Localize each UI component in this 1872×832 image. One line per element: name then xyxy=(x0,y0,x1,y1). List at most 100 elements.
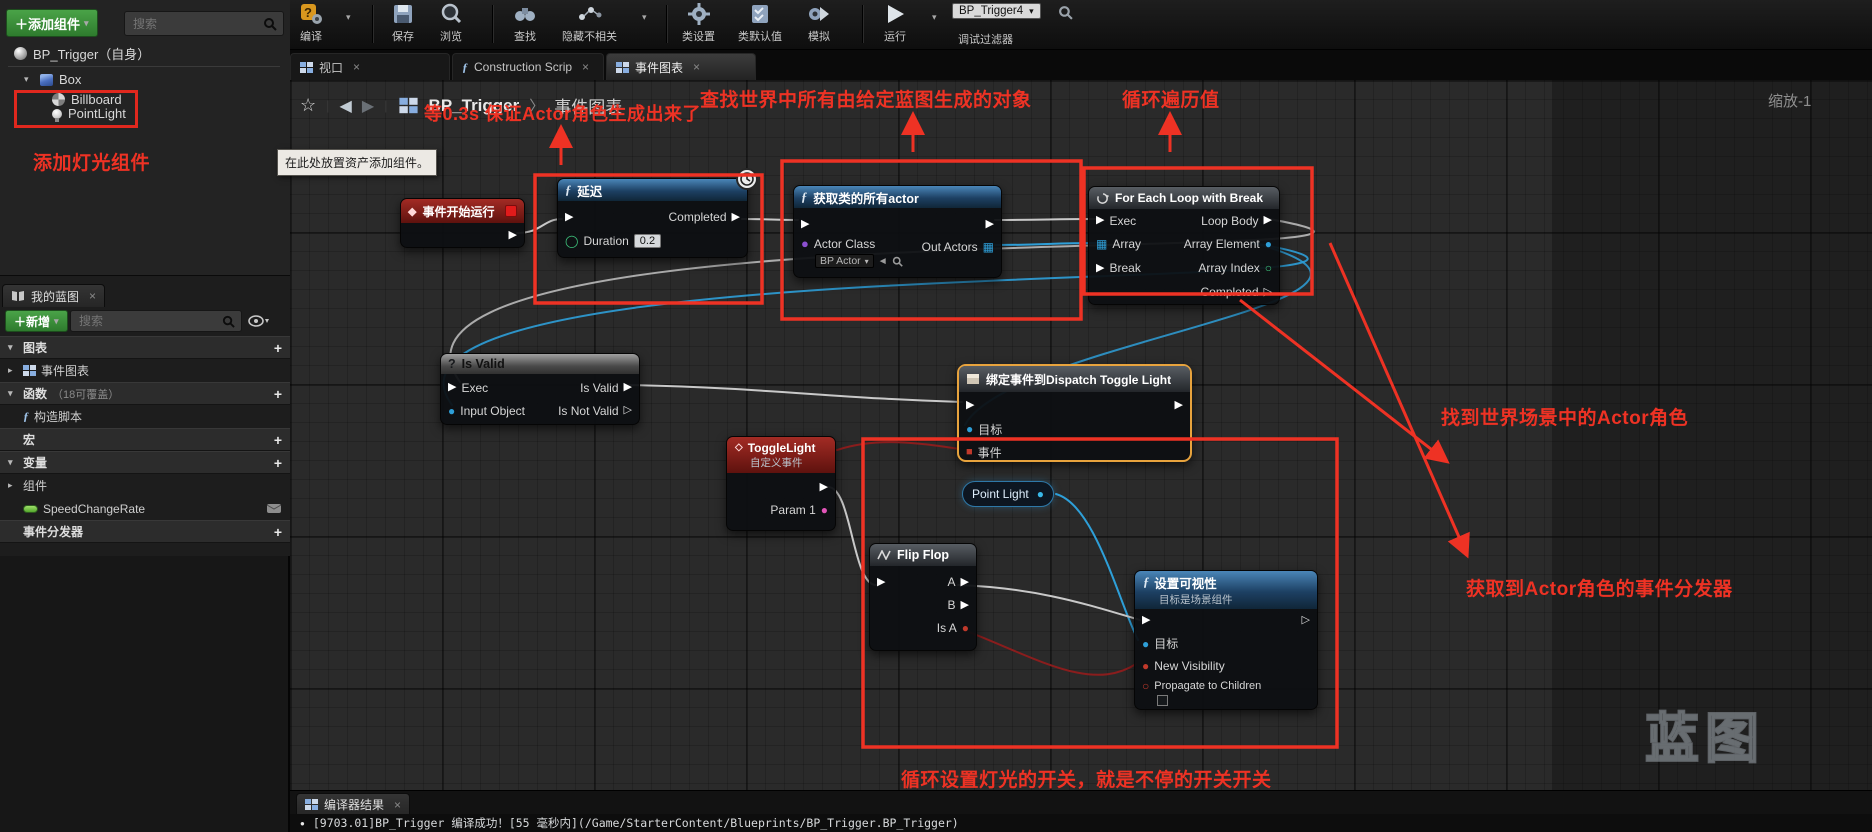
exec-out-pin[interactable]: ▷ xyxy=(1264,287,1272,298)
component-search-input[interactable] xyxy=(131,16,263,32)
exec-out-pin[interactable]: ▶ xyxy=(732,212,740,223)
exec-out-pin-b[interactable]: ▶ xyxy=(961,600,969,611)
favorite-star-icon[interactable]: ☆ xyxy=(300,95,316,116)
my-blueprint-tab[interactable]: 我的蓝图 × xyxy=(2,284,105,307)
exec-in-pin[interactable]: ▶ xyxy=(565,212,573,223)
add-component-button[interactable]: ＋添加组件 ▾ xyxy=(6,9,98,37)
play-button[interactable]: 运行 xyxy=(882,2,908,44)
node-get-all-actors-of-class[interactable]: ƒ 获取类的所有actor ▶ ▶ ● Actor Class BP Actor… xyxy=(793,185,1002,278)
component-search[interactable] xyxy=(124,11,284,36)
exec-in-pin[interactable]: ▶ xyxy=(1142,615,1150,626)
exec-out-pin[interactable]: ▷ xyxy=(624,405,632,416)
item-construction-script[interactable]: ƒ 构造脚本 xyxy=(0,405,290,428)
my-blueprint-search-input[interactable] xyxy=(77,313,222,329)
object-out-pin[interactable]: ● xyxy=(1265,237,1272,251)
hide-unrelated-button[interactable]: 隐藏不相关 xyxy=(562,2,617,44)
node-foreach-loop-with-break[interactable]: For Each Loop with Break ▶ Exec Loop Bod… xyxy=(1088,186,1280,305)
node-bind-event-dispatcher[interactable]: 绑定事件到Dispatch Toggle Light ▶ ▶ ● 目标 ■ 事件 xyxy=(957,364,1192,462)
section-components[interactable]: ▸ 组件 xyxy=(0,474,290,497)
section-macros[interactable]: 宏 + xyxy=(0,428,290,451)
hide-unrelated-options-icon[interactable]: ▾ xyxy=(642,12,647,23)
exec-in-pin[interactable]: ▶ xyxy=(448,382,456,393)
bool-in-pin-propagate[interactable]: ○ xyxy=(1142,679,1149,693)
close-icon[interactable]: × xyxy=(353,60,360,74)
browse-to-asset-icon[interactable] xyxy=(892,256,903,267)
node-event-beginplay[interactable]: ◆ 事件开始运行 ▶ xyxy=(400,198,525,248)
node-is-valid[interactable]: ? Is Valid ▶ Exec Is Valid ▶ ● Input Obj… xyxy=(440,353,640,425)
exec-out-pin[interactable]: ▷ xyxy=(1302,615,1310,626)
debug-object-select[interactable]: BP_Trigger4 ▾ xyxy=(952,3,1041,19)
add-variable-button[interactable]: + xyxy=(274,455,282,471)
browse-button[interactable]: 浏览 xyxy=(438,2,464,44)
array-out-pin[interactable]: ▦ xyxy=(983,240,994,254)
tab-event-graph[interactable]: 事件图表 × xyxy=(606,53,756,80)
param-out-pin[interactable]: ● xyxy=(821,503,828,517)
bool-out-pin[interactable]: ● xyxy=(962,621,969,635)
object-out-pin[interactable]: ● xyxy=(1037,487,1044,501)
use-selected-icon[interactable]: ◄ xyxy=(878,256,888,267)
component-root[interactable]: BP_Trigger（自身） xyxy=(14,44,150,63)
exec-out-pin[interactable]: ▶ xyxy=(1175,400,1183,411)
simulate-button[interactable]: 模拟 xyxy=(806,2,832,44)
item-event-graph[interactable]: ▸ 事件图表 xyxy=(0,359,290,382)
exec-out-pin[interactable]: ▶ xyxy=(986,219,994,230)
node-set-visibility[interactable]: ƒ 设置可视性 目标是场景组件 ▶ ▷ ● 目标 ● New Visibilit… xyxy=(1134,570,1318,710)
target-pin[interactable]: ● xyxy=(966,422,973,436)
node-point-light-getter[interactable]: Point Light ● xyxy=(962,481,1054,507)
find-button[interactable]: 查找 xyxy=(512,2,538,44)
array-in-pin[interactable]: ▦ xyxy=(1096,237,1107,251)
visibility-filter-icon[interactable] xyxy=(248,314,270,328)
class-settings-button[interactable]: 类设置 xyxy=(682,2,715,44)
node-delay[interactable]: ƒ 延迟 ▶ Completed ▶ ◯ Duration 0.2 xyxy=(557,178,748,258)
close-icon[interactable]: × xyxy=(89,289,96,303)
variable-visibility-icon[interactable] xyxy=(266,503,282,514)
exec-out-pin[interactable]: ▶ xyxy=(1264,215,1272,226)
propagate-checkbox[interactable] xyxy=(1157,695,1168,706)
tab-construction-script[interactable]: ƒ Construction Scrip × xyxy=(452,53,604,80)
tab-viewport[interactable]: 视口 × xyxy=(290,53,450,80)
class-select[interactable]: BP Actor ▾ xyxy=(815,254,874,268)
add-macro-button[interactable]: + xyxy=(274,432,282,448)
float-pin[interactable]: ◯ xyxy=(565,234,578,248)
section-event-dispatchers[interactable]: 事件分发器 + xyxy=(0,520,290,543)
save-button[interactable]: 保存 xyxy=(390,2,416,44)
break-exec-pin[interactable]: ▶ xyxy=(1096,263,1104,274)
node-flip-flop[interactable]: Flip Flop ▶ A ▶ B ▶ Is A ● xyxy=(869,543,977,651)
class-pin[interactable]: ● xyxy=(801,236,809,251)
class-defaults-button[interactable]: 类默认值 xyxy=(738,2,782,44)
compiler-log-row[interactable]: ● [9703.01]BP_Trigger 编译成功！[55 毫秒内](/Gam… xyxy=(290,814,1872,832)
add-function-button[interactable]: + xyxy=(274,386,282,402)
exec-in-pin[interactable]: ▶ xyxy=(1096,215,1104,226)
section-variables[interactable]: ▾ 变量 + xyxy=(0,451,290,474)
compile-options-icon[interactable]: ▾ xyxy=(346,12,351,23)
duration-value-field[interactable]: 0.2 xyxy=(634,234,661,248)
exec-in-pin[interactable]: ▶ xyxy=(801,219,809,230)
section-graphs[interactable]: ▾ 图表 + xyxy=(0,336,290,359)
delegate-pin[interactable]: ■ xyxy=(966,446,973,458)
new-button[interactable]: ＋新增 ▾ xyxy=(5,310,68,332)
close-icon[interactable]: × xyxy=(582,60,589,74)
add-dispatcher-button[interactable]: + xyxy=(274,524,282,540)
exec-out-pin[interactable]: ▶ xyxy=(820,482,828,493)
play-options-icon[interactable]: ▾ xyxy=(932,12,937,23)
close-icon[interactable]: × xyxy=(394,798,401,812)
node-togglelight-custom-event[interactable]: ◇ ToggleLight 自定义事件 ▶ Param 1 ● xyxy=(726,436,836,531)
target-pin[interactable]: ● xyxy=(1142,637,1149,651)
int-out-pin[interactable]: ○ xyxy=(1265,261,1272,275)
exec-in-pin[interactable]: ▶ xyxy=(966,400,974,411)
component-item-box[interactable]: ▾ Box xyxy=(24,72,81,87)
compile-button[interactable]: ? 编译 xyxy=(298,2,324,44)
back-icon[interactable]: ◀ xyxy=(340,96,352,116)
close-icon[interactable]: × xyxy=(693,60,700,74)
object-in-pin[interactable]: ● xyxy=(448,404,455,418)
tree-expand-icon[interactable]: ▾ xyxy=(24,74,34,85)
exec-in-pin[interactable]: ▶ xyxy=(877,577,885,588)
item-speedchangerate[interactable]: SpeedChangeRate xyxy=(0,497,290,520)
exec-out-pin[interactable]: ▶ xyxy=(624,382,632,393)
exec-out-pin-a[interactable]: ▶ xyxy=(961,577,969,588)
forward-icon[interactable]: ▶ xyxy=(362,96,374,116)
exec-out-pin[interactable]: ▶ xyxy=(509,230,517,241)
section-functions[interactable]: ▾ 函数 （18可覆盖） + xyxy=(0,382,290,405)
add-graph-button[interactable]: + xyxy=(274,340,282,356)
debug-search-icon[interactable] xyxy=(1058,5,1073,20)
